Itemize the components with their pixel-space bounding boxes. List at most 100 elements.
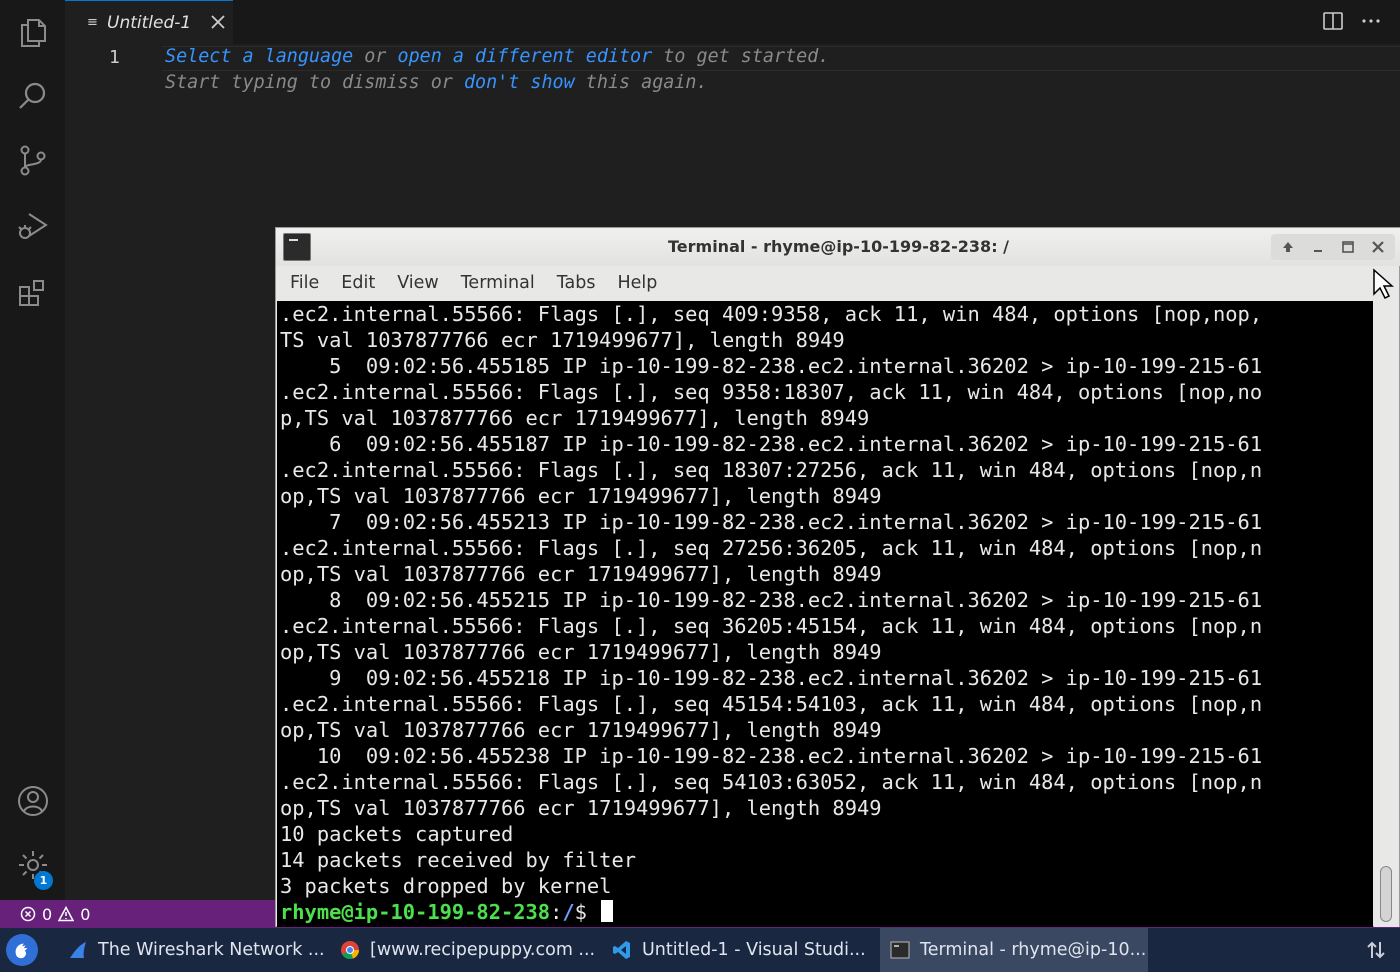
terminal-line: op,TS val 1037877766 ecr 1719499677], le… <box>280 796 882 820</box>
taskbar-item-terminal[interactable]: Terminal - rhyme@ip-10... <box>880 928 1148 972</box>
prompt-user-host: rhyme@ip-10-199-82-238 <box>280 900 551 924</box>
terminal-line: .ec2.internal.55566: Flags [.], seq 5410… <box>280 770 1263 794</box>
keep-above-button[interactable] <box>1275 236 1301 258</box>
window-controls <box>1271 234 1395 260</box>
menu-help[interactable]: Help <box>617 273 657 293</box>
error-count[interactable]: 0 <box>42 905 52 924</box>
files-icon <box>20 19 46 47</box>
close-icon[interactable] <box>207 11 229 33</box>
minimize-icon <box>1314 250 1322 252</box>
line-gutter <box>65 44 155 900</box>
taskbar-item-wireshark[interactable]: The Wireshark Network ... <box>58 928 330 972</box>
start-menu-button[interactable] <box>6 934 38 966</box>
terminal-line: 14 packets received by filter <box>280 848 637 872</box>
terminal-line: op,TS val 1037877766 ecr 1719499677], le… <box>280 562 882 586</box>
menu-terminal[interactable]: Terminal <box>461 273 535 293</box>
terminal-prompt-line[interactable]: rhyme@ip-10-199-82-238:/$ <box>280 899 614 925</box>
editor-actions <box>1322 10 1382 32</box>
activity-bar: 1 <box>0 0 65 900</box>
search-button[interactable] <box>0 64 65 128</box>
hint-text: Start typing to dismiss or <box>165 72 464 93</box>
terminal-line: op,TS val 1037877766 ecr 1719499677], le… <box>280 718 882 742</box>
taskbar-item-label: Untitled-1 - Visual Studi... <box>642 940 866 960</box>
terminal-icon <box>890 941 910 959</box>
tab-label: Untitled-1 <box>107 12 192 33</box>
text-cursor <box>601 900 614 922</box>
wireshark-fin-icon <box>70 942 86 958</box>
taskbar-item-vscode[interactable]: Untitled-1 - Visual Studi... <box>602 928 878 972</box>
terminal-line: .ec2.internal.55566: Flags [.], seq 2725… <box>280 536 1263 560</box>
close-window-button[interactable] <box>1365 236 1391 258</box>
terminal-line: .ec2.internal.55566: Flags [.], seq 3620… <box>280 614 1263 638</box>
extensions-icon <box>18 280 44 306</box>
select-language-link[interactable]: Select a language <box>165 46 353 67</box>
taskbar-item-label: The Wireshark Network ... <box>98 940 325 960</box>
more-actions-icon[interactable] <box>1360 10 1382 32</box>
menu-edit[interactable]: Edit <box>341 273 375 293</box>
run-debug-button[interactable] <box>0 194 65 258</box>
source-control-button[interactable] <box>0 128 65 192</box>
network-arrows-icon[interactable] <box>1364 938 1388 962</box>
run-debug-icon <box>17 213 48 239</box>
chrome-icon <box>341 941 359 960</box>
hint-text: this again. <box>574 72 708 93</box>
whisker-menu-icon <box>15 943 28 959</box>
terminal-line: op,TS val 1037877766 ecr 1719499677], le… <box>280 484 882 508</box>
menu-view[interactable]: View <box>397 273 439 293</box>
dont-show-link[interactable]: don't show <box>464 72 575 93</box>
close-icon <box>1372 241 1384 253</box>
terminal-line: 10 09:02:56.455238 IP ip-10-199-82-238.e… <box>280 744 1263 768</box>
extensions-button[interactable] <box>0 260 65 324</box>
prompt-symbol: $ <box>574 900 600 924</box>
scrollbar-thumb[interactable] <box>1380 866 1392 922</box>
taskbar-item-label: Terminal - rhyme@ip-10... <box>920 940 1147 960</box>
editor-hint-line-2: Start typing to dismiss or don't show th… <box>165 72 708 93</box>
terminal-scrollbar[interactable] <box>1374 301 1399 927</box>
line-number: 1 <box>109 47 120 68</box>
terminal-window: Terminal - rhyme@ip-10-199-82-238: / Fil… <box>275 227 1400 927</box>
warning-icon <box>58 906 75 922</box>
open-different-editor-link[interactable]: open a different editor <box>398 46 653 67</box>
arrow-up-icon <box>1283 242 1293 252</box>
taskbar-item-browser[interactable]: [www.recipepuppy.com ... <box>330 928 602 972</box>
terminal-line: 6 09:02:56.455187 IP ip-10-199-82-238.ec… <box>280 432 1263 456</box>
terminal-title: Terminal - rhyme@ip-10-199-82-238: / <box>667 237 1009 256</box>
terminal-line: 9 09:02:56.455218 IP ip-10-199-82-238.ec… <box>280 666 1263 690</box>
maximize-button[interactable] <box>1335 236 1361 258</box>
taskbar-item-label: [www.recipepuppy.com ... <box>370 940 596 960</box>
menu-tabs[interactable]: Tabs <box>557 273 596 293</box>
terminal-line: TS val 1037877766 ecr 1719499677], lengt… <box>280 328 845 352</box>
desktop: 1 ≡ Untitled-1 1 Select a language or op… <box>0 0 1400 972</box>
split-editor-icon[interactable] <box>1322 10 1344 32</box>
terminal-line: 10 packets captured <box>280 822 514 846</box>
explorer-button[interactable] <box>0 0 65 64</box>
terminal-line: 8 09:02:56.455215 IP ip-10-199-82-238.ec… <box>280 588 1263 612</box>
source-control-icon <box>20 145 45 176</box>
file-lines-icon: ≡ <box>87 15 98 30</box>
error-icon <box>20 906 36 922</box>
terminal-menubar: File Edit View Terminal Tabs Help <box>276 266 1400 300</box>
maximize-icon <box>1342 241 1354 253</box>
settings-button[interactable]: 1 <box>0 833 65 897</box>
menu-file[interactable]: File <box>290 273 319 293</box>
warning-count[interactable]: 0 <box>80 905 90 924</box>
mouse-pointer-icon <box>1373 268 1394 300</box>
prompt-separator: : <box>550 900 563 924</box>
search-icon <box>18 82 45 109</box>
terminal-line: .ec2.internal.55566: Flags [.], seq 1830… <box>280 458 1263 482</box>
terminal-line: .ec2.internal.55566: Flags [.], seq 409:… <box>280 302 1263 326</box>
terminal-titlebar[interactable]: Terminal - rhyme@ip-10-199-82-238: / <box>276 228 1400 266</box>
hint-text: to get started. <box>652 46 830 67</box>
tab-bar: ≡ Untitled-1 <box>65 0 1400 44</box>
tab-untitled-1[interactable]: ≡ Untitled-1 <box>65 0 233 44</box>
prompt-path: / <box>562 900 575 924</box>
accounts-button[interactable] <box>0 769 65 833</box>
terminal-line: op,TS val 1037877766 ecr 1719499677], le… <box>280 640 882 664</box>
terminal-line: 3 packets dropped by kernel <box>280 874 612 898</box>
editor-hint-line-1: Select a language or open a different ed… <box>165 46 829 67</box>
terminal-line: 7 09:02:56.455213 IP ip-10-199-82-238.ec… <box>280 510 1263 534</box>
minimize-button[interactable] <box>1305 236 1331 258</box>
terminal-line: .ec2.internal.55566: Flags [.], seq 4515… <box>280 692 1263 716</box>
terminal-line: .ec2.internal.55566: Flags [.], seq 9358… <box>280 380 1263 404</box>
terminal-screen[interactable]: .ec2.internal.55566: Flags [.], seq 409:… <box>277 301 1373 927</box>
